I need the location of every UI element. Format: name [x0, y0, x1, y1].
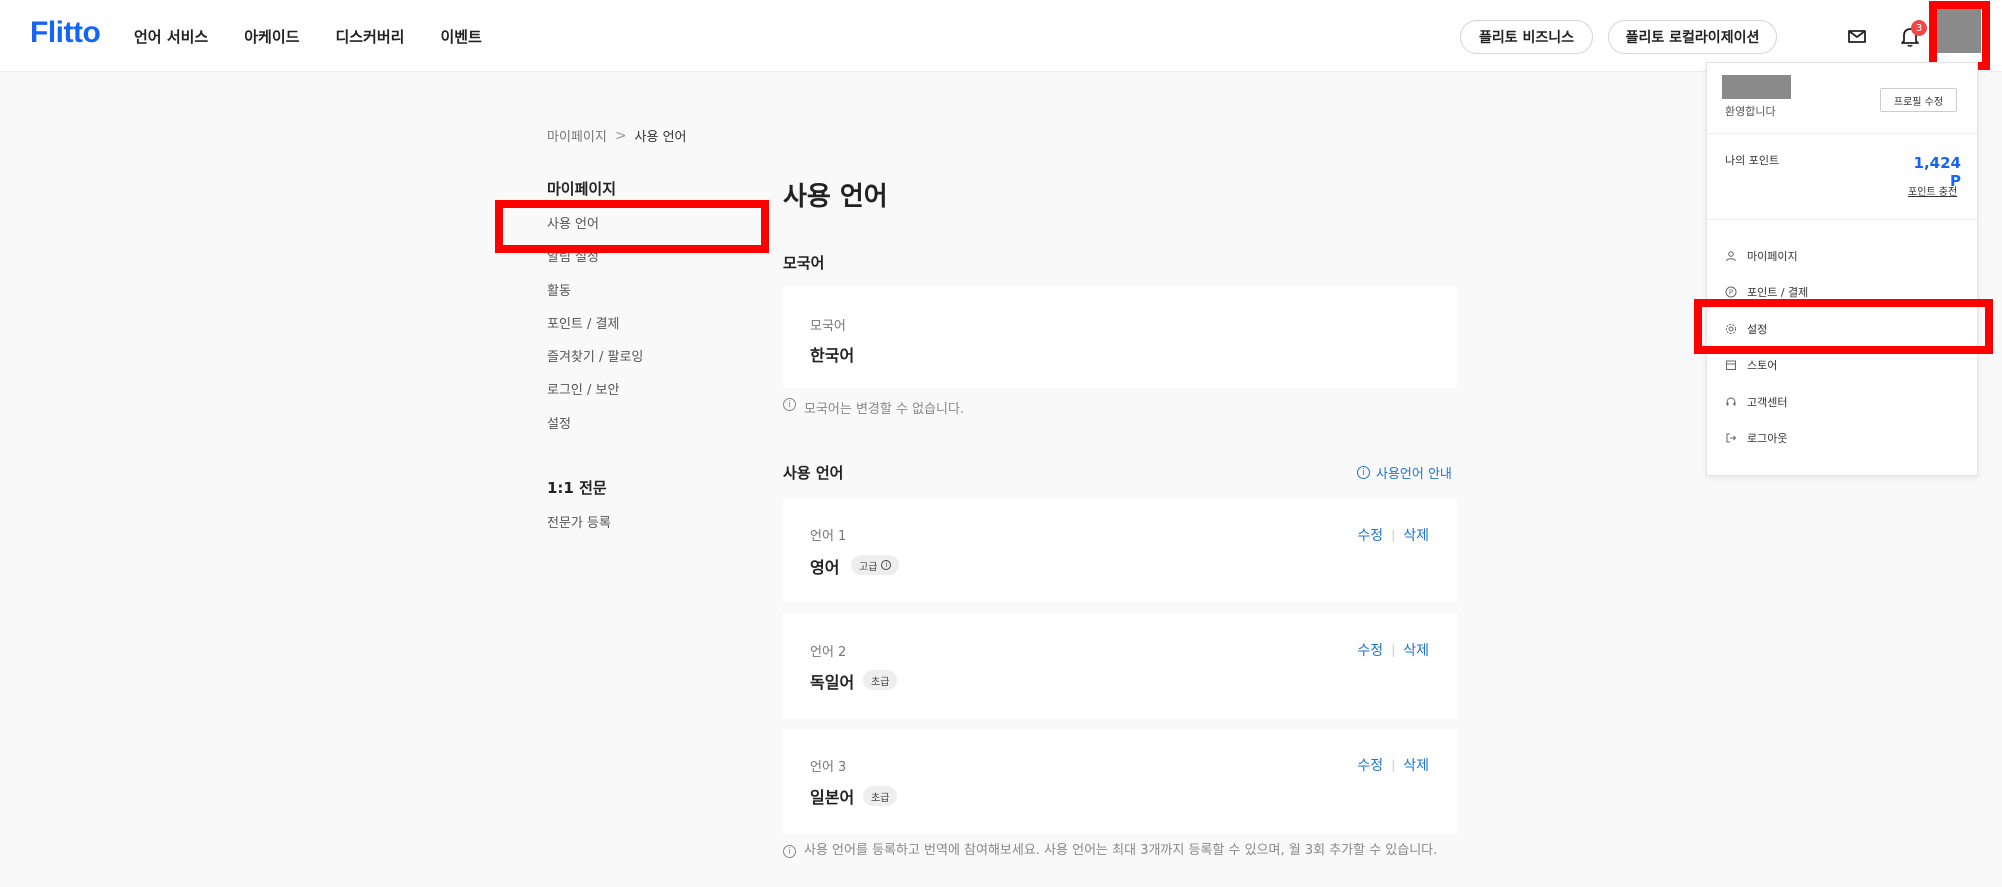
delete-button[interactable]: 삭제: [1403, 525, 1429, 545]
language-name: 일본어: [810, 788, 855, 807]
info-icon: i: [1357, 466, 1370, 479]
main-nav: 언어 서비스 아케이드 디스커버리 이벤트: [134, 0, 482, 72]
dropdown-divider: [1707, 133, 1977, 134]
delete-button[interactable]: 삭제: [1403, 640, 1429, 660]
dropdown-divider: [1707, 219, 1977, 220]
language-card-3: 언어 3 일본어 초급 수정 | 삭제: [783, 729, 1457, 834]
flitto-business-button[interactable]: 플리토 비즈니스: [1460, 20, 1593, 54]
used-note-text: 사용 언어를 등록하고 번역에 참여해보세요. 사용 언어는 최대 3개까지 등…: [804, 843, 1438, 858]
native-language-card: 모국어 한국어: [783, 287, 1457, 388]
breadcrumb-current: 사용 언어: [634, 130, 687, 145]
dropdown-item-mypage[interactable]: 마이페이지: [1725, 246, 1798, 266]
edit-profile-button[interactable]: 프로필 수정: [1880, 88, 1957, 112]
dropdown-item-support[interactable]: 고객센터: [1725, 392, 1787, 412]
info-icon: i: [783, 398, 796, 411]
language-name: 영어: [810, 558, 840, 577]
native-language-heading: 모국어: [783, 254, 825, 272]
dropdown-item-points[interactable]: P 포인트 / 결제: [1725, 282, 1808, 302]
sidebar-item-languages[interactable]: 사용 언어: [547, 213, 599, 232]
language-card-2: 언어 2 독일어 초급 수정 | 삭제: [783, 613, 1457, 719]
action-divider: |: [1391, 643, 1396, 657]
nav-language-services[interactable]: 언어 서비스: [134, 26, 208, 47]
card-actions: 수정 | 삭제: [1357, 525, 1429, 545]
sidebar-item-notifications[interactable]: 알림 설정: [547, 246, 599, 265]
used-language-heading: 사용 언어: [783, 464, 844, 482]
sidebar-item-activity[interactable]: 활동: [547, 280, 571, 299]
user-icon: [1725, 250, 1737, 262]
points-label: 나의 포인트: [1725, 154, 1780, 167]
store-icon: [1725, 359, 1737, 371]
nav-events[interactable]: 이벤트: [440, 26, 481, 47]
language-info-text: 사용언어 안내: [1376, 467, 1452, 482]
dropdown-item-label: 포인트 / 결제: [1747, 286, 1809, 299]
dropdown-item-label: 고객센터: [1747, 396, 1788, 409]
action-divider: |: [1391, 528, 1396, 542]
flitto-logo[interactable]: Flitto: [30, 16, 101, 50]
dropdown-item-label: 스토어: [1747, 359, 1778, 372]
language-label: 언어 1: [810, 529, 847, 544]
sidebar-title-mypage: 마이페이지: [547, 180, 617, 198]
top-header: Flitto 언어 서비스 아케이드 디스커버리 이벤트 플리토 비즈니스 플리…: [0, 0, 2002, 72]
point-icon: P: [1725, 286, 1737, 298]
info-icon: i: [783, 845, 796, 858]
nav-arcade[interactable]: 아케이드: [244, 26, 299, 47]
sidebar-title-expert: 1:1 전문: [547, 479, 607, 497]
sidebar-item-favorites[interactable]: 즐겨찾기 / 팔로잉: [547, 346, 643, 365]
avatar[interactable]: [1937, 9, 1981, 53]
breadcrumb-separator: >: [614, 127, 627, 144]
dropdown-item-store[interactable]: 스토어: [1725, 355, 1777, 375]
native-language-note: i 모국어는 변경할 수 없습니다.: [783, 398, 964, 417]
native-language-label: 모국어: [810, 319, 846, 334]
dropdown-item-label: 로그아웃: [1747, 432, 1788, 445]
language-label: 언어 2: [810, 645, 847, 660]
dropdown-item-label: 마이페이지: [1747, 250, 1798, 263]
nav-discovery[interactable]: 디스커버리: [335, 26, 404, 47]
sidebar-item-points[interactable]: 포인트 / 결제: [547, 313, 619, 332]
breadcrumb-root[interactable]: 마이페이지: [547, 126, 607, 145]
dropdown-item-logout[interactable]: 로그아웃: [1725, 428, 1787, 448]
edit-button[interactable]: 수정: [1357, 525, 1383, 545]
page-title: 사용 언어: [783, 182, 888, 212]
svg-text:P: P: [1729, 289, 1733, 297]
language-info-link[interactable]: i 사용언어 안내: [1357, 463, 1452, 482]
language-name: 독일어: [810, 673, 855, 692]
charge-points-link[interactable]: 포인트 충전: [1908, 183, 1957, 198]
level-badge[interactable]: 고급 i: [851, 555, 900, 575]
sidebar-item-expert-register[interactable]: 전문가 등록: [547, 512, 611, 531]
dropdown-item-label: 설정: [1747, 323, 1768, 336]
used-language-note: i 사용 언어를 등록하고 번역에 참여해보세요. 사용 언어는 최대 3개까지…: [783, 842, 1457, 860]
delete-button[interactable]: 삭제: [1403, 755, 1429, 775]
level-badge: 초급: [863, 670, 898, 690]
dropdown-item-settings[interactable]: 설정: [1725, 319, 1767, 339]
card-actions: 수정 | 삭제: [1357, 755, 1429, 775]
language-label: 언어 3: [810, 760, 847, 775]
breadcrumb: 마이페이지 > 사용 언어: [547, 126, 687, 146]
profile-dropdown: 환영합니다 프로필 수정 나의 포인트 1,424 P 포인트 충전 마이페이지…: [1706, 62, 1978, 476]
native-note-text: 모국어는 변경할 수 없습니다.: [804, 402, 965, 417]
level-text: 초급: [871, 676, 890, 688]
level-badge: 초급: [863, 786, 898, 806]
flitto-localization-button[interactable]: 플리토 로컬라이제이션: [1608, 20, 1777, 54]
headset-icon: [1725, 396, 1737, 408]
logout-icon: [1725, 432, 1737, 444]
notification-badge: 3: [1911, 20, 1927, 36]
highlight-sidebar-languages: [495, 200, 769, 253]
gear-icon: [1725, 323, 1737, 335]
mail-icon[interactable]: [1843, 22, 1871, 50]
level-text: 초급: [871, 792, 890, 804]
info-icon: i: [881, 560, 892, 570]
edit-button[interactable]: 수정: [1357, 755, 1383, 775]
edit-button[interactable]: 수정: [1357, 640, 1383, 660]
action-divider: |: [1391, 758, 1396, 772]
level-text: 고급: [859, 561, 878, 573]
sidebar-item-settings[interactable]: 설정: [547, 413, 571, 432]
native-language-value: 한국어: [810, 346, 855, 365]
card-actions: 수정 | 삭제: [1357, 640, 1429, 660]
sidebar-item-login-security[interactable]: 로그인 / 보안: [547, 379, 619, 398]
language-card-1: 언어 1 영어 고급 i 수정 | 삭제: [783, 499, 1457, 602]
user-name-redacted: [1722, 75, 1791, 99]
welcome-text: 환영합니다: [1725, 105, 1776, 118]
